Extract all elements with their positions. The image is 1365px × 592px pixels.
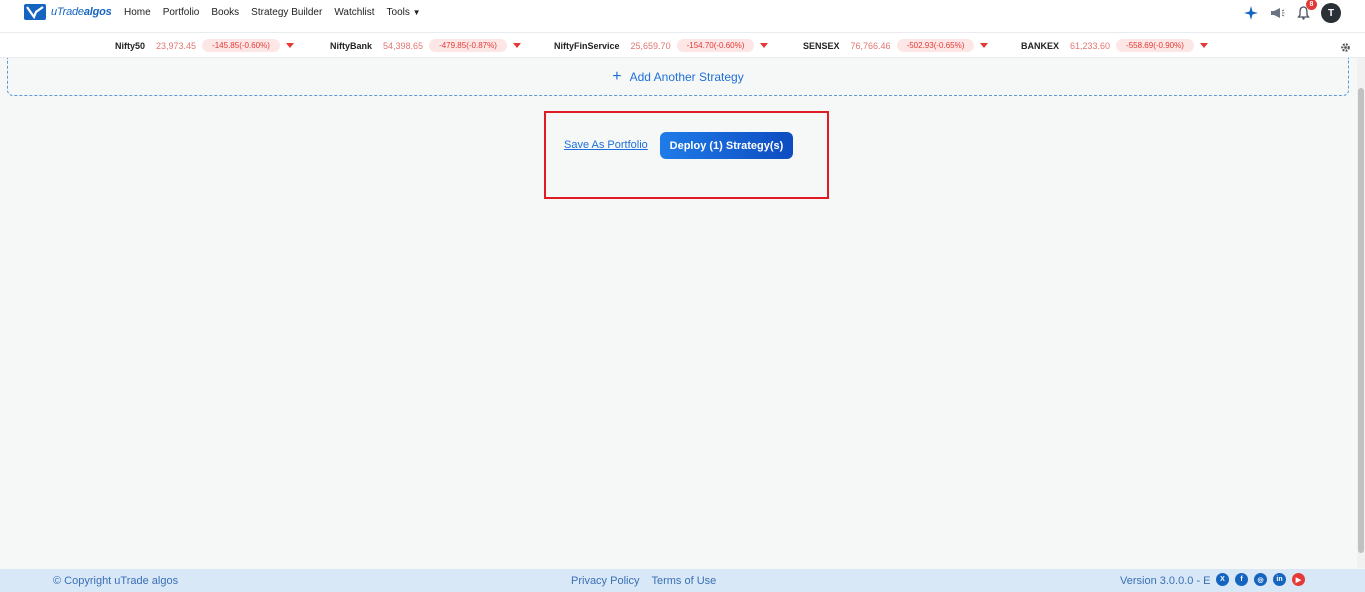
ticker-name: SENSEX: [803, 40, 840, 51]
ticker-item[interactable]: BANKEX 61,233.60 -558.69(-0.90%): [1021, 39, 1208, 52]
ticker-item[interactable]: NiftyBank 54,398.65 -479.85(-0.87%): [330, 39, 521, 52]
down-arrow-icon: [285, 43, 294, 48]
ticker-price: 25,659.70: [630, 40, 671, 51]
nav-tools-label: Tools: [386, 7, 410, 18]
youtube-icon[interactable]: ▶: [1292, 573, 1305, 586]
logo-icon: [24, 4, 46, 20]
ticker-item[interactable]: SENSEX 76,766.46 -502.93(-0.65%): [803, 39, 989, 52]
ticker-name: NiftyBank: [330, 40, 373, 51]
nav-strategy-builder[interactable]: Strategy Builder: [251, 7, 322, 18]
ticker-change: -502.93(-0.65%): [896, 39, 975, 52]
footer-links: Privacy Policy Terms of Use: [571, 575, 716, 587]
nav-tools[interactable]: Tools ▼: [387, 7, 421, 18]
down-arrow-icon: [512, 43, 521, 48]
sparkle-icon[interactable]: [1243, 5, 1259, 21]
ticker-price: 61,233.60: [1070, 40, 1111, 51]
ticker-name: NiftyFinService: [554, 40, 620, 51]
ticker-change: -145.85(-0.60%): [202, 39, 280, 52]
ticker-change: -558.69(-0.90%): [1116, 39, 1194, 52]
facebook-icon[interactable]: f: [1235, 573, 1248, 586]
ticker-price: 76,766.46: [850, 40, 891, 51]
terms-of-use-link[interactable]: Terms of Use: [651, 575, 716, 587]
chevron-down-icon: ▼: [412, 8, 421, 17]
market-ticker: Nifty50 23,973.45 -145.85(-0.60%) NiftyB…: [0, 32, 1365, 58]
down-arrow-icon: [1199, 43, 1208, 48]
main-nav: Home Portfolio Books Strategy Builder Wa…: [124, 7, 421, 18]
deploy-strategy-button[interactable]: Deploy (1) Strategy(s): [660, 132, 793, 159]
ticker-name: Nifty50: [115, 40, 146, 51]
ticker-price: 54,398.65: [383, 40, 424, 51]
nav-books[interactable]: Books: [211, 7, 239, 18]
add-strategy-button[interactable]: + Add Another Strategy: [7, 58, 1349, 96]
avatar[interactable]: T: [1321, 3, 1341, 23]
social-links: X f ◎ in ▶: [1216, 573, 1305, 586]
instagram-icon[interactable]: ◎: [1254, 573, 1267, 586]
linkedin-icon[interactable]: in: [1273, 573, 1286, 586]
add-strategy-label: Add Another Strategy: [629, 69, 744, 84]
ticker-name: BANKEX: [1021, 40, 1060, 51]
nav-actions: 8 T: [1243, 0, 1341, 23]
ticker-change: -154.70(-0.60%): [676, 39, 755, 52]
ticker-item[interactable]: NiftyFinService 25,659.70 -154.70(-0.60%…: [554, 39, 769, 52]
brand-logo[interactable]: uTradealgos: [24, 4, 112, 20]
gear-icon[interactable]: [1340, 40, 1351, 58]
ticker-price: 23,973.45: [156, 40, 197, 51]
ticker-item[interactable]: Nifty50 23,973.45 -145.85(-0.60%): [115, 39, 294, 52]
megaphone-icon[interactable]: [1269, 5, 1285, 21]
bell-icon[interactable]: 8: [1295, 0, 1317, 21]
nav-watchlist[interactable]: Watchlist: [334, 7, 374, 18]
scrollbar-thumb[interactable]: [1358, 88, 1364, 553]
scrollbar[interactable]: [1357, 58, 1365, 568]
down-arrow-icon: [980, 43, 989, 48]
plus-icon: +: [612, 67, 622, 85]
ticker-change: -479.85(-0.87%): [429, 39, 507, 52]
top-navbar: uTradealgos Home Portfolio Books Strateg…: [0, 0, 1365, 32]
down-arrow-icon: [760, 43, 769, 48]
privacy-policy-link[interactable]: Privacy Policy: [571, 575, 639, 587]
nav-home[interactable]: Home: [124, 7, 151, 18]
copyright-text: © Copyright uTrade algos: [53, 575, 179, 587]
notification-badge: 8: [1306, 0, 1317, 10]
nav-portfolio[interactable]: Portfolio: [163, 7, 200, 18]
brand-name: uTradealgos: [51, 6, 112, 18]
save-as-portfolio-link[interactable]: Save As Portfolio: [564, 139, 648, 151]
footer: © Copyright uTrade algos Privacy Policy …: [0, 569, 1365, 592]
version-text: Version 3.0.0.0 - E: [1120, 575, 1211, 587]
x-twitter-icon[interactable]: X: [1216, 573, 1229, 586]
